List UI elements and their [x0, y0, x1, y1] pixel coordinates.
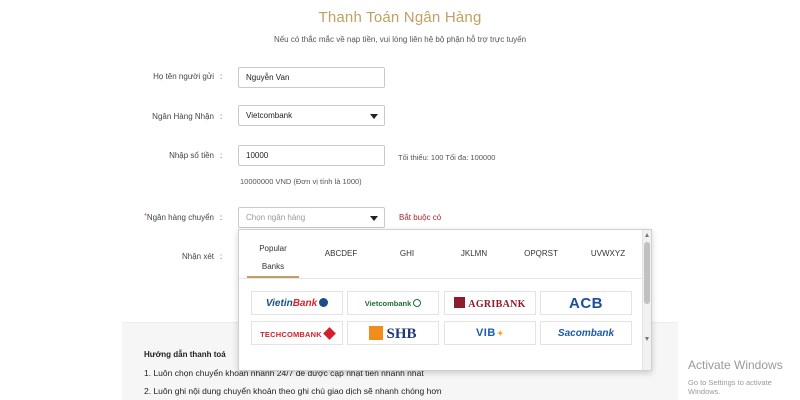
vib-logo: VIB✦	[476, 327, 504, 339]
transfer-bank-select[interactable]: Chọn ngân hàng	[238, 207, 385, 228]
transfer-bank-colon: :	[220, 213, 223, 222]
transfer-bank-label: *Ngân hàng chuyển	[44, 213, 214, 222]
amount-converted-text: 10000000 VND (Đơn vị tính là 1000)	[240, 177, 362, 186]
transfer-bank-label-text: Ngân hàng chuyển	[146, 213, 214, 222]
scroll-down-icon[interactable]	[645, 337, 649, 341]
sender-name-input[interactable]: Nguyễn Van	[238, 67, 385, 88]
transfer-bank-placeholder: Chọn ngân hàng	[246, 213, 306, 222]
shb-text: SHB	[386, 325, 417, 342]
note-colon: :	[220, 252, 223, 261]
amount-label: Nhập số tiền	[169, 151, 214, 160]
amount-limit-hint: Tối thiểu: 100 Tối đa: 100000	[398, 153, 496, 162]
bank-option-acb[interactable]: ACB	[540, 291, 632, 315]
scroll-thumb[interactable]	[644, 242, 650, 304]
acb-logo: ACB	[569, 294, 603, 312]
tabs-divider	[239, 278, 643, 279]
vietinbank-text-main: Vietin	[265, 298, 293, 309]
techcombank-logo: TECHCOMBANK	[260, 326, 336, 340]
tab-opqrst[interactable]: OPQRST	[513, 230, 569, 278]
vietinbank-logo: VietinBank	[265, 297, 329, 309]
bank-dropdown: Popular Banks ABCDEF GHI JKLMN OPQRST UV…	[238, 229, 652, 371]
bank-option-shb[interactable]: SHB	[347, 321, 439, 345]
agribank-mark-icon	[454, 297, 466, 308]
chevron-down-icon	[370, 114, 378, 119]
shb-logo: SHB	[369, 324, 417, 343]
agribank-logo: AGRIBANK	[454, 296, 525, 310]
bank-option-agribank[interactable]: AGRIBANK	[444, 291, 536, 315]
vietinbank-text-accent: Bank	[292, 298, 318, 309]
page-title: Thanh Toán Ngân Hàng	[318, 9, 482, 26]
vib-star-icon: ✦	[496, 329, 505, 338]
activate-windows-title: Activate Windows	[688, 358, 783, 372]
vietcombank-text: Vietcombank	[364, 299, 412, 308]
bank-option-techcombank[interactable]: TECHCOMBANK	[251, 321, 343, 345]
receiving-bank-label: Ngân Hàng Nhận	[152, 112, 214, 121]
agribank-text: AGRIBANK	[468, 299, 526, 310]
tab-ghi[interactable]: GHI	[385, 230, 429, 278]
receiving-bank-colon: :	[220, 112, 223, 121]
required-hint: Bắt buộc có	[399, 213, 442, 222]
bank-tabs: Popular Banks ABCDEF GHI JKLMN OPQRST UV…	[239, 230, 643, 278]
vib-text: VIB	[475, 327, 496, 339]
dropdown-scrollbar[interactable]	[642, 230, 651, 370]
sender-name-colon: :	[220, 72, 223, 81]
shb-mark-icon	[369, 325, 384, 340]
bank-option-vietcombank[interactable]: Vietcombank	[347, 291, 439, 315]
techcombank-text: TECHCOMBANK	[260, 329, 322, 339]
amount-input[interactable]: 10000	[238, 145, 385, 166]
sacombank-logo: Sacombank	[557, 327, 615, 339]
tab-popular-banks[interactable]: Popular Banks	[247, 230, 299, 278]
tab-abcdef[interactable]: ABCDEF	[313, 230, 369, 278]
chevron-down-icon	[370, 216, 378, 221]
tab-jklmn[interactable]: JKLMN	[447, 230, 501, 278]
scroll-up-icon[interactable]	[645, 233, 649, 237]
tab-popular-line2: Banks	[261, 262, 285, 271]
bank-option-vietinbank[interactable]: VietinBank	[251, 291, 343, 315]
receiving-bank-value: Vietcombank	[246, 111, 293, 120]
guide-line-2: 2. Luôn ghi nội dung chuyển khoản theo g…	[144, 386, 442, 396]
note-label: Nhận xét	[181, 252, 214, 261]
page-subtitle: Nếu có thắc mắc về nạp tiền, vui lòng li…	[273, 35, 527, 44]
vietcombank-mark-icon	[413, 299, 422, 307]
vietcombank-logo: Vietcombank	[365, 298, 422, 308]
bank-option-sacombank[interactable]: Sacombank	[540, 321, 632, 345]
receiving-bank-select[interactable]: Vietcombank	[238, 105, 385, 126]
bank-option-vib[interactable]: VIB✦	[444, 321, 536, 345]
amount-colon: :	[220, 151, 223, 160]
guide-title: Hướng dẫn thanh toá	[144, 350, 226, 359]
tab-uvwxyz[interactable]: UVWXYZ	[579, 230, 637, 278]
techcombank-mark-icon	[323, 326, 336, 340]
tab-popular-line1: Popular	[259, 244, 287, 253]
sender-name-label: Họ tên người gửi	[153, 72, 214, 81]
activate-windows-subtitle: Go to Settings to activate Windows.	[688, 378, 772, 396]
vietinbank-mark-icon	[319, 298, 329, 307]
